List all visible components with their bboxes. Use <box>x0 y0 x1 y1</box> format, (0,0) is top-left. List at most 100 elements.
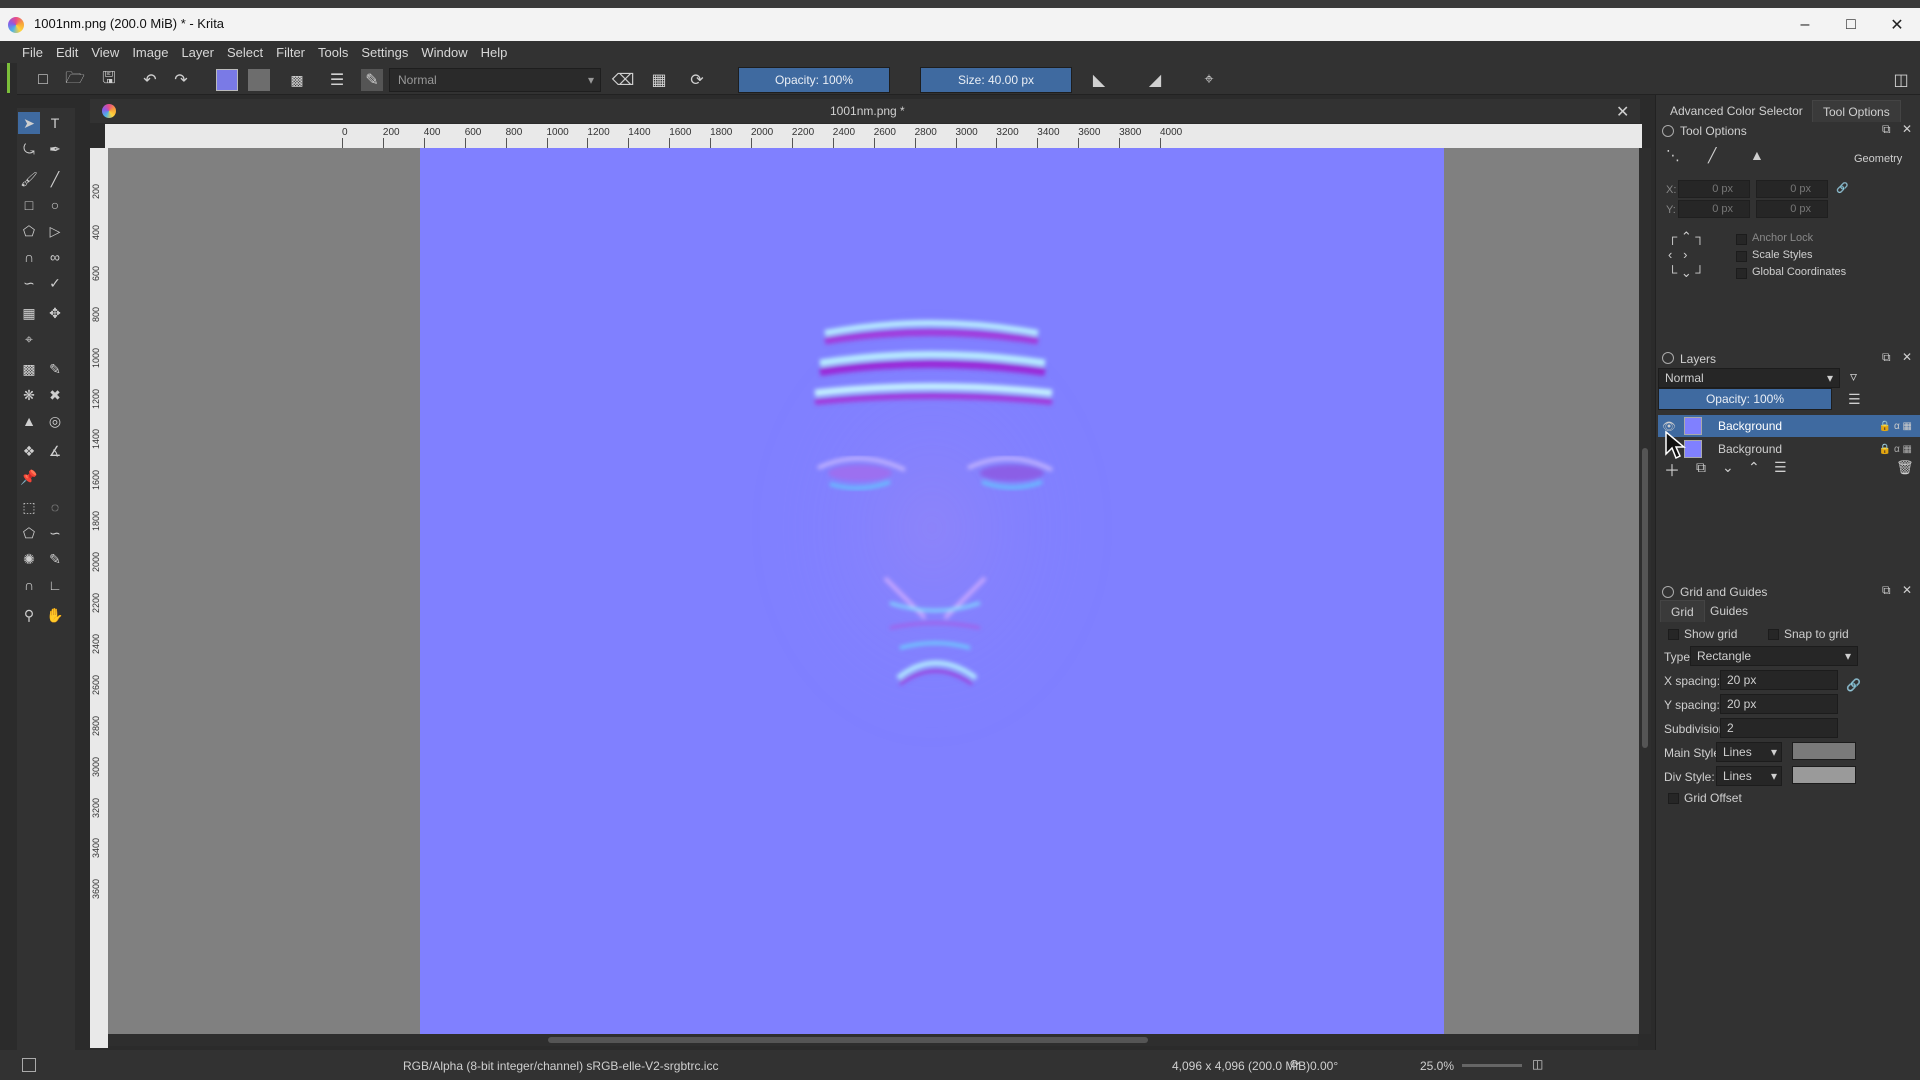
vertical-scrollbar[interactable] <box>1639 148 1651 1034</box>
close-docker-icon[interactable]: ✕ <box>1902 122 1912 136</box>
eraser-icon[interactable]: ⌫ <box>612 69 635 91</box>
move-layer-up-icon[interactable]: ⌃ <box>1748 459 1760 476</box>
zoom-text[interactable]: 25.0% <box>1420 1059 1454 1073</box>
edit-shapes-tool-icon[interactable]: ⤿ <box>18 138 40 160</box>
snap-to-grid-checkbox[interactable] <box>1768 629 1779 640</box>
tab-guides[interactable]: Guides <box>1700 600 1758 622</box>
div-style-select[interactable]: Lines ▾ <box>1716 766 1782 786</box>
alpha-lock-icon[interactable]: ▦ <box>648 69 670 91</box>
selection-display-icon[interactable] <box>22 1058 36 1072</box>
vertical-scroll-thumb[interactable] <box>1642 448 1648 748</box>
grid-offset-checkbox[interactable] <box>1668 793 1679 804</box>
height-field[interactable]: 0 px <box>1756 200 1828 218</box>
grid-type-select[interactable]: Rectangle ▾ <box>1690 646 1858 666</box>
assistant-tool-icon[interactable]: ❖ <box>18 440 40 462</box>
smart-patch-tool-icon[interactable]: ✖ <box>44 384 66 406</box>
lock-layers-docker-icon[interactable] <box>1662 352 1674 364</box>
menu-tools[interactable]: Tools <box>318 45 348 60</box>
y-position-field[interactable]: 0 px <box>1678 200 1750 218</box>
fill-pattern-icon[interactable] <box>216 69 238 91</box>
rectangle-tool-icon[interactable]: □ <box>18 194 40 216</box>
rotation-text[interactable]: 0.00° <box>1310 1059 1338 1073</box>
save-icon[interactable]: 🖫 <box>98 69 120 91</box>
horizontal-scroll-thumb[interactable] <box>548 1037 1148 1043</box>
layer-opacity-slider[interactable]: Opacity: 100% <box>1658 388 1832 410</box>
layer-lock-icon[interactable]: 🔒 α ▦ <box>1879 444 1912 455</box>
duplicate-layer-icon[interactable]: ⧉ <box>1696 459 1706 476</box>
tab-advanced-color-selector[interactable]: Advanced Color Selector <box>1660 100 1813 122</box>
reload-preset-icon[interactable]: ⟳ <box>686 69 708 91</box>
new-document-icon[interactable]: □ <box>32 69 54 91</box>
layer-menu-icon[interactable]: ☰ <box>1848 391 1861 408</box>
gradient-icon[interactable] <box>248 69 270 91</box>
rectangular-selection-icon[interactable]: ⬚ <box>18 496 40 518</box>
dynamic-brush-tool-icon[interactable]: ∽ <box>18 272 40 294</box>
freehand-selection-icon[interactable]: ∽ <box>44 522 66 544</box>
fill-tool-icon[interactable]: ▲ <box>18 410 40 432</box>
polygon-tool-icon[interactable]: ⬠ <box>18 220 40 242</box>
width-field[interactable]: 0 px <box>1756 180 1828 198</box>
layer-row[interactable]: 👁 Background 🔒 α ▦ <box>1658 415 1920 437</box>
move-tool-icon[interactable]: ✥ <box>44 302 66 324</box>
div-color-swatch[interactable] <box>1792 766 1856 784</box>
similar-color-selection-icon[interactable]: ✎ <box>44 548 66 570</box>
x-spacing-field[interactable]: 20 px <box>1720 670 1838 690</box>
stroke-tab-icon[interactable]: ╱ <box>1708 147 1732 167</box>
magnetic-selection-icon[interactable]: ∟ <box>44 574 66 596</box>
freehand-brush-tool-icon[interactable]: 🖌 <box>18 168 40 190</box>
layer-name[interactable]: Background <box>1718 419 1782 433</box>
menu-file[interactable]: File <box>22 45 43 60</box>
menu-filter[interactable]: Filter <box>276 45 305 60</box>
float-grid-icon[interactable]: ⧉ <box>1882 583 1891 598</box>
spacing-link-icon[interactable]: 🔗 <box>1846 678 1861 692</box>
blend-mode-select[interactable]: Normal ▾ <box>389 68 601 92</box>
bezier-selection-icon[interactable]: ∩ <box>18 574 40 596</box>
canvas-area[interactable] <box>108 148 1639 1034</box>
anchor-grid[interactable]: ┌ ⌃ ┐ ‹ › └ ⌄ ┘ <box>1668 228 1722 282</box>
show-grid-checkbox[interactable] <box>1668 629 1679 640</box>
color-picker-tool-icon[interactable]: ✎ <box>44 358 66 380</box>
bezier-tool-icon[interactable]: ∩ <box>18 246 40 268</box>
line-tool-icon[interactable]: ╱ <box>44 168 66 190</box>
multibrush-tool-icon[interactable]: ✓ <box>44 272 66 294</box>
tab-tool-options[interactable]: Tool Options <box>1812 100 1901 122</box>
menu-select[interactable]: Select <box>227 45 263 60</box>
polyline-tool-icon[interactable]: ▷ <box>44 220 66 242</box>
menu-edit[interactable]: Edit <box>56 45 78 60</box>
move-layer-down-icon[interactable]: ⌄ <box>1722 459 1734 476</box>
brush-preset-icon[interactable]: ✎ <box>361 69 383 91</box>
main-style-select[interactable]: Lines ▾ <box>1716 742 1782 762</box>
x-position-field[interactable]: 0 px <box>1678 180 1750 198</box>
lock-docker-icon[interactable] <box>1662 125 1674 137</box>
main-color-swatch[interactable] <box>1792 742 1856 760</box>
zoom-tool-icon[interactable]: ⚲ <box>18 604 40 626</box>
menu-view[interactable]: View <box>91 45 119 60</box>
mirror-horizontal-icon[interactable]: ◣ <box>1088 69 1110 91</box>
anchor-lock-checkbox[interactable] <box>1736 234 1747 245</box>
layer-name[interactable]: Background <box>1718 442 1782 456</box>
horizontal-scrollbar[interactable] <box>108 1034 1638 1046</box>
elliptical-selection-icon[interactable]: ◌ <box>44 496 66 518</box>
freehand-path-tool-icon[interactable]: ∞ <box>44 246 66 268</box>
filter-icon[interactable]: ▿ <box>1850 368 1857 385</box>
select-shapes-tool-icon[interactable]: ➤ <box>18 112 40 134</box>
zoom-slider[interactable] <box>1462 1064 1522 1067</box>
calligraphy-tool-icon[interactable]: ✒ <box>44 138 66 160</box>
select-tab-icon[interactable]: ⋱ <box>1666 147 1690 167</box>
mirror-vertical-icon[interactable]: ◢ <box>1144 69 1166 91</box>
float-layers-icon[interactable]: ⧉ <box>1882 350 1891 365</box>
open-folder-icon[interactable]: 🗁 <box>64 69 86 91</box>
delete-layer-icon[interactable]: 🗑 <box>1896 459 1914 476</box>
redo-icon[interactable]: ↷ <box>170 69 192 91</box>
brush-settings-icon[interactable]: ☰ <box>326 69 348 91</box>
layer-properties-icon[interactable]: ☰ <box>1774 459 1787 476</box>
close-window-button[interactable]: ✕ <box>1874 8 1920 41</box>
tab-grid[interactable]: Grid <box>1660 600 1705 622</box>
reference-images-tool-icon[interactable]: 📌 <box>18 466 40 488</box>
opacity-slider[interactable]: Opacity: 100% <box>738 67 890 93</box>
colorize-mask-tool-icon[interactable]: ❋ <box>18 384 40 406</box>
fill-tab-icon[interactable]: ▲ <box>1750 147 1774 167</box>
gradient-tool-icon[interactable]: ▩ <box>18 358 40 380</box>
enclose-fill-tool-icon[interactable]: ◎ <box>44 410 66 432</box>
add-layer-icon[interactable]: ＋ <box>1664 457 1680 481</box>
